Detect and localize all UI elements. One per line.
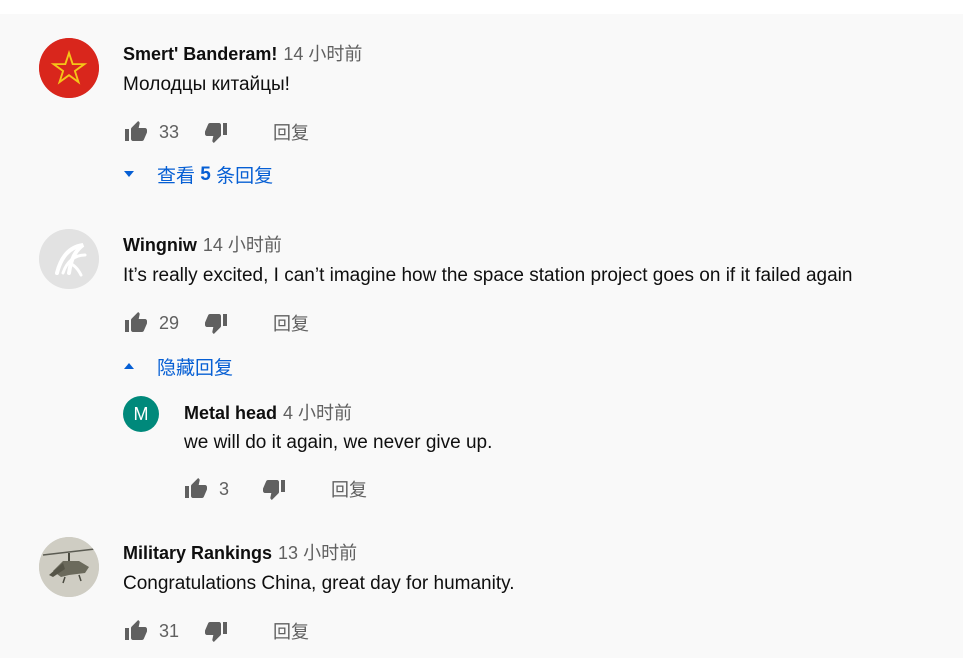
helicopter-icon xyxy=(39,537,99,597)
red-star-icon xyxy=(39,38,99,98)
avatar[interactable] xyxy=(39,229,99,289)
reply-button[interactable]: 回复 xyxy=(273,119,309,145)
like-count: 31 xyxy=(159,620,180,641)
author-name[interactable]: Metal head xyxy=(184,403,277,423)
view-replies-prefix: 查看 xyxy=(157,166,201,187)
comment-actions: 31 回复 xyxy=(123,618,309,644)
author-name[interactable]: Smert' Banderam! xyxy=(123,44,277,64)
like-count: 3 xyxy=(219,478,230,499)
reply-button[interactable]: 回复 xyxy=(273,310,309,336)
caret-up-icon xyxy=(123,362,137,372)
thumbs-up-icon xyxy=(125,121,147,141)
hide-replies-label: 隐藏回复 xyxy=(157,358,234,379)
dislike-button[interactable] xyxy=(203,618,229,644)
comment-header: Smert' Banderam! 14 小时前 xyxy=(123,40,362,66)
timestamp[interactable]: 13 小时前 xyxy=(278,543,357,563)
comment-actions: 3 回复 xyxy=(183,476,367,502)
thumbs-up-icon xyxy=(185,478,207,498)
dislike-button[interactable] xyxy=(203,310,229,336)
thumbs-down-icon xyxy=(263,480,285,500)
top-bar xyxy=(0,0,963,14)
caret-down-icon xyxy=(123,170,137,180)
avatar-letter: M xyxy=(133,403,149,424)
author-name[interactable]: Military Rankings xyxy=(123,543,272,563)
thumbs-up-icon xyxy=(125,312,147,332)
view-replies-button[interactable]: 查看 5 条回复 xyxy=(123,161,273,188)
timestamp[interactable]: 4 小时前 xyxy=(283,403,352,423)
comment-text: we will do it again, we never give up. xyxy=(184,432,493,453)
view-replies-suffix: 条回复 xyxy=(210,166,274,187)
comment-header: Metal head 4 小时前 xyxy=(184,399,352,425)
like-button[interactable] xyxy=(183,476,209,502)
dislike-button[interactable] xyxy=(261,476,287,502)
like-button[interactable] xyxy=(123,119,149,145)
avatar[interactable] xyxy=(39,38,99,98)
reply-button[interactable]: 回复 xyxy=(331,476,367,502)
thumbs-down-icon xyxy=(205,123,227,143)
like-count: 29 xyxy=(159,312,180,333)
like-button[interactable] xyxy=(123,310,149,336)
author-name[interactable]: Wingniw xyxy=(123,235,197,255)
comment-text: Молодцы китайцы! xyxy=(123,74,290,95)
thumbs-up-icon xyxy=(125,620,147,640)
comment-actions: 33 回复 xyxy=(123,119,309,145)
avatar[interactable] xyxy=(39,537,99,597)
like-button[interactable] xyxy=(123,618,149,644)
avatar[interactable]: M xyxy=(123,396,159,432)
timestamp[interactable]: 14 小时前 xyxy=(283,44,362,64)
swirl-logo-icon xyxy=(39,229,99,289)
dislike-button[interactable] xyxy=(203,119,229,145)
view-replies-count: 5 xyxy=(200,163,211,185)
like-count: 33 xyxy=(159,121,180,142)
comment-header: Military Rankings 13 小时前 xyxy=(123,539,357,565)
comment-header: Wingniw 14 小时前 xyxy=(123,231,282,257)
hide-replies-button[interactable]: 隐藏回复 xyxy=(123,353,233,380)
thumbs-down-icon xyxy=(205,314,227,334)
thumbs-down-icon xyxy=(205,622,227,642)
comment-text: Congratulations China, great day for hum… xyxy=(123,573,515,594)
comment-actions: 29 回复 xyxy=(123,310,309,336)
reply-button[interactable]: 回复 xyxy=(273,618,309,644)
comment-text: It’s really excited, I can’t imagine how… xyxy=(123,265,853,286)
timestamp[interactable]: 14 小时前 xyxy=(203,235,282,255)
